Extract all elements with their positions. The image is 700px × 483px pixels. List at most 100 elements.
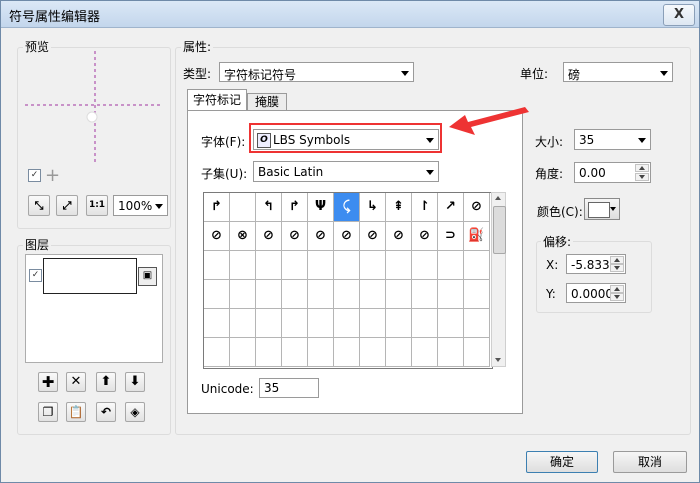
unit-select[interactable]: 磅 [563,62,673,82]
glyph-cell[interactable]: ⊘ [308,222,334,251]
plus-icon[interactable]: + [45,165,60,186]
glyph-cell[interactable] [360,309,386,338]
glyph-cell[interactable] [438,251,464,280]
glyph-cell[interactable] [256,338,282,367]
add-layer-button[interactable]: ✚ [38,372,58,392]
glyph-cell[interactable] [334,280,360,309]
glyph-cell[interactable] [412,251,438,280]
glyph-cell[interactable]: ⛽ [464,222,490,251]
glyph-cell[interactable] [282,338,308,367]
actual-size-button[interactable]: 1:1 [86,195,108,216]
tab-character-marker[interactable]: 字符标记 [187,89,247,111]
glyph-cell[interactable]: ⊘ [282,222,308,251]
spin-up-button[interactable] [635,164,649,172]
layer-properties-button[interactable]: ◈ [125,402,145,422]
remove-layer-button[interactable]: ✕ [66,372,86,392]
glyph-cell[interactable]: ⇞ [386,193,412,222]
glyph-cell[interactable] [308,309,334,338]
layer-lock-icon[interactable]: ▣ [138,267,157,286]
glyph-cell[interactable] [412,309,438,338]
glyph-cell[interactable]: ⤹ [334,193,360,222]
preview-checkbox[interactable]: ✓ [28,169,41,182]
glyph-cell[interactable] [204,309,230,338]
glyph-cell[interactable] [438,338,464,367]
glyph-cell[interactable] [464,338,490,367]
glyph-cell[interactable]: ⊘ [412,222,438,251]
glyph-cell[interactable] [204,280,230,309]
glyph-cell[interactable] [256,280,282,309]
glyph-cell[interactable] [334,338,360,367]
paste-layer-button[interactable]: 📋 [66,402,86,422]
glyph-cell[interactable] [438,280,464,309]
type-select[interactable]: 字符标记符号 [219,62,414,82]
glyph-cell[interactable] [438,309,464,338]
color-picker[interactable] [584,198,620,220]
glyph-cell[interactable]: Ψ [308,193,334,222]
glyph-cell[interactable] [386,338,412,367]
glyph-cell[interactable] [334,251,360,280]
glyph-cell[interactable]: ⊘ [256,222,282,251]
glyph-cell[interactable]: ⊘ [360,222,386,251]
glyph-cell[interactable]: ↰ [256,193,282,222]
glyph-cell[interactable] [360,338,386,367]
tab-mask[interactable]: 掩膜 [247,93,287,111]
move-up-button[interactable]: ⬆ [96,372,116,392]
spin-up-button[interactable] [610,256,624,264]
glyph-cell[interactable] [334,309,360,338]
spin-down-button[interactable] [610,293,624,301]
glyph-cell[interactable]: ↳ [360,193,386,222]
glyph-cell[interactable] [256,309,282,338]
glyph-cell[interactable]: ⊘ [204,222,230,251]
glyph-cell[interactable] [360,280,386,309]
glyph-cell[interactable]: ↱ [282,193,308,222]
glyph-cell[interactable] [308,251,334,280]
close-button[interactable]: X [663,4,695,26]
glyph-cell[interactable] [230,280,256,309]
glyph-grid-scrollbar[interactable] [491,192,506,367]
glyph-cell[interactable] [308,280,334,309]
offset-x-spinner[interactable]: -5.8333 [566,254,626,274]
glyph-cell[interactable] [282,309,308,338]
glyph-cell[interactable] [204,338,230,367]
glyph-cell[interactable]: ↱ [204,193,230,222]
glyph-cell[interactable] [464,309,490,338]
zoom-select[interactable]: 100% [113,195,168,216]
glyph-grid[interactable]: ↱ ↰ ↱ Ψ ⤹ ↳ ⇞ ↾ ↗ ⊘ ⊘ ⊗ ⊘ ⊘ ⊘ ⊘ ⊘ ⊘ ⊘ ⊃ ⛽ [203,192,493,369]
glyph-cell[interactable] [256,251,282,280]
glyph-cell[interactable] [386,280,412,309]
glyph-cell[interactable]: ⊗ [230,222,256,251]
offset-y-spinner[interactable]: 0.0000 [566,283,626,303]
glyph-cell[interactable] [412,338,438,367]
glyph-cell[interactable]: ⊃ [438,222,464,251]
glyph-cell[interactable] [386,251,412,280]
glyph-cell[interactable] [282,280,308,309]
glyph-cell[interactable]: ↾ [412,193,438,222]
glyph-cell[interactable] [464,280,490,309]
glyph-cell[interactable]: ↗ [438,193,464,222]
size-select[interactable]: 35 [574,129,651,150]
layer-visible-checkbox[interactable]: ✓ [29,269,42,282]
copy-layer-button[interactable]: ❐ [38,402,58,422]
angle-spinner[interactable]: 0.00 [574,162,651,183]
glyph-cell[interactable] [412,280,438,309]
glyph-cell[interactable] [230,251,256,280]
glyph-cell[interactable] [282,251,308,280]
subset-select[interactable]: Basic Latin [253,161,439,182]
scroll-thumb[interactable] [493,206,506,254]
unicode-input[interactable]: 35 [259,378,319,398]
glyph-cell[interactable] [230,338,256,367]
spin-down-button[interactable] [635,173,649,181]
glyph-cell[interactable]: ⊘ [334,222,360,251]
glyph-cell[interactable] [308,338,334,367]
ok-button[interactable]: 确定 [526,451,598,473]
glyph-cell[interactable]: ⊘ [464,193,490,222]
glyph-cell[interactable] [464,251,490,280]
move-down-button[interactable]: ⬇ [125,372,145,392]
zoom-in-button[interactable]: ⤡ [28,195,50,216]
glyph-cell[interactable] [204,251,230,280]
cancel-button[interactable]: 取消 [613,451,687,473]
spin-up-button[interactable] [610,285,624,293]
layer-item[interactable] [43,258,137,294]
glyph-cell[interactable] [230,193,256,222]
glyph-cell[interactable] [386,309,412,338]
